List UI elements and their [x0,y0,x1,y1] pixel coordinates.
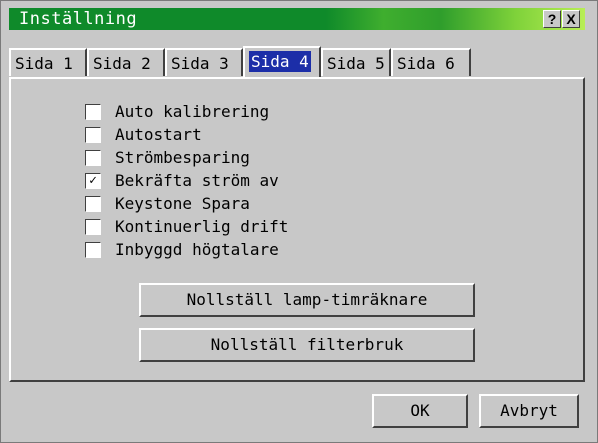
tab-sida-2[interactable]: Sida 2 [87,48,165,76]
checkbox[interactable] [85,104,101,120]
tab-label: Sida 1 [15,54,73,73]
tab-sida-6[interactable]: Sida 6 [391,48,471,76]
reset-lamp-timer-button[interactable]: Nollställ lamp-timräknare [139,283,475,317]
ok-button[interactable]: OK [372,394,468,428]
tab-label: Sida 5 [327,54,385,73]
checkbox[interactable] [85,219,101,235]
tab-label: Sida 3 [171,54,229,73]
option-label: Auto kalibrering [115,102,270,121]
tab-label: Sida 6 [397,54,455,73]
checkbox[interactable] [85,242,101,258]
option-label: Kontinuerlig drift [115,217,289,236]
option-label: Inbyggd högtalare [115,240,279,259]
checkbox[interactable] [85,150,101,166]
tab-sida-3[interactable]: Sida 3 [165,48,243,76]
tab-sida-4[interactable]: Sida 4 [243,46,321,78]
settings-dialog: Inställning ? X Sida 1 Sida 2 Sida 3 Sid… [0,0,598,443]
checkbox[interactable]: ✓ [85,173,101,189]
checkbox[interactable] [85,196,101,212]
tab-sida-5[interactable]: Sida 5 [321,48,391,76]
option-label: Autostart [115,125,202,144]
tab-panel: Auto kalibrering Autostart Strömbesparin… [9,77,585,382]
option-label: Bekräfta ström av [115,171,279,190]
title-bar[interactable]: Inställning ? X [9,8,585,30]
cancel-button[interactable]: Avbryt [479,394,579,428]
checkbox[interactable] [85,127,101,143]
help-button[interactable]: ? [543,10,561,28]
close-button[interactable]: X [562,10,580,28]
window-title: Inställning [19,9,138,29]
tab-sida-1[interactable]: Sida 1 [9,48,87,76]
option-label: Keystone Spara [115,194,250,213]
reset-filter-usage-button[interactable]: Nollställ filterbruk [139,328,475,362]
tab-label: Sida 4 [249,51,311,72]
option-label: Strömbesparing [115,148,250,167]
tab-label: Sida 2 [93,54,151,73]
